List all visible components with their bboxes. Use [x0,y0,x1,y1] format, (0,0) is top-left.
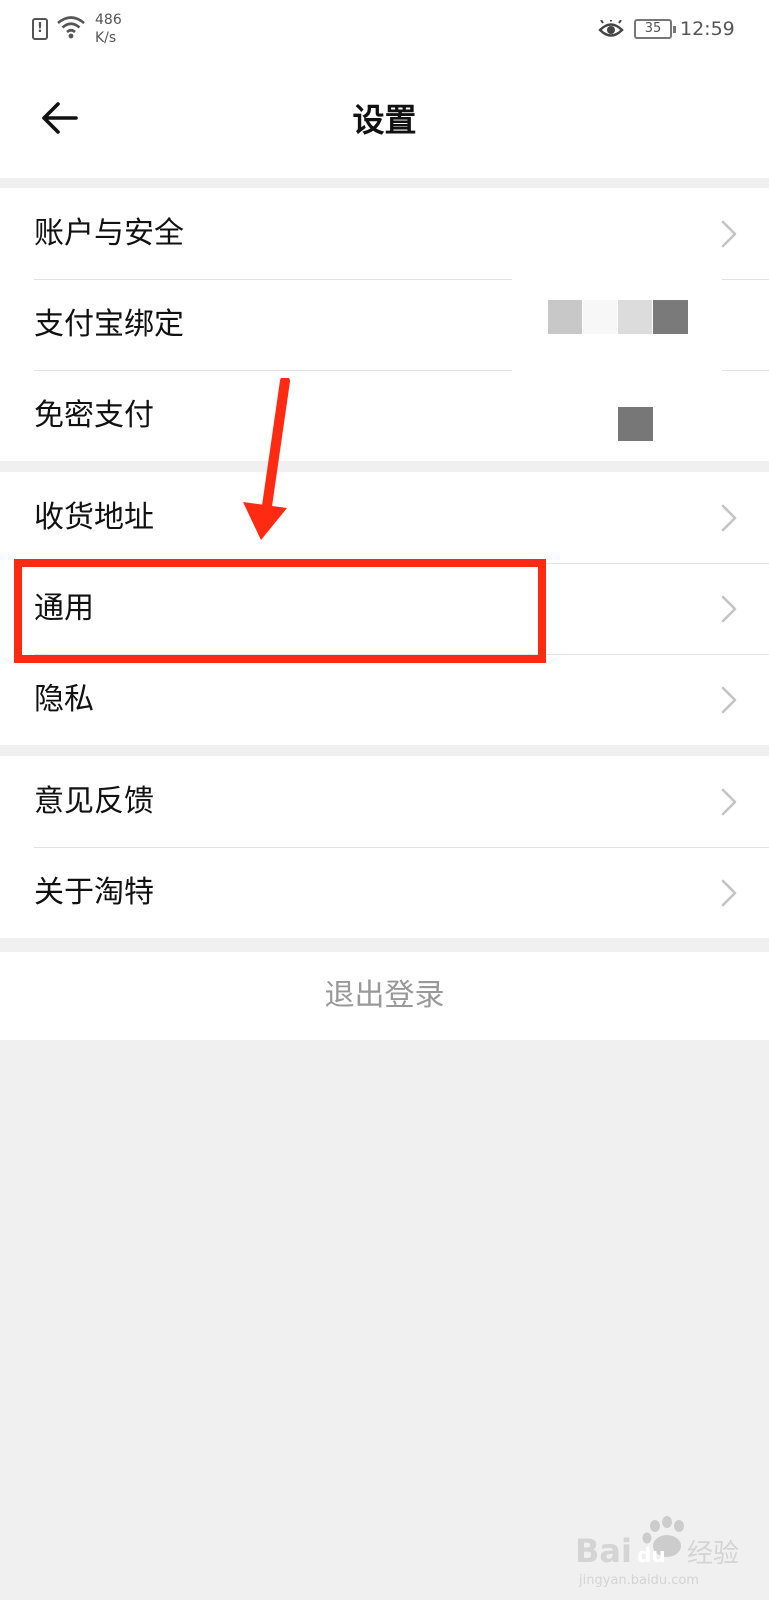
network-speed-unit: K/s [95,30,117,46]
redacted-block [653,300,688,334]
logout-button[interactable]: 退出登录 [0,952,769,1040]
redacted-area [512,278,722,460]
network-speed: 486 K/s [95,11,122,47]
menu-item-label: 隐私 [34,682,94,717]
chevron-right-icon [721,686,737,714]
chevron-right-icon [721,879,737,907]
svg-text:jingyan.baidu.com: jingyan.baidu.com [578,1573,699,1588]
menu-item-label: 关于淘特 [34,875,154,910]
sim-alert-icon: ! [32,18,48,40]
eye-comfort-icon [598,20,624,37]
svg-text:Bai: Bai [575,1532,632,1570]
chevron-right-icon [721,788,737,816]
settings-group-about: 意见反馈 关于淘特 [0,756,769,938]
network-speed-value: 486 [95,12,122,28]
highlight-annotation-box [14,559,546,663]
menu-item-label: 免密支付 [34,398,154,433]
svg-text:du: du [637,1543,666,1567]
menu-item-account-security[interactable]: 账户与安全 [0,188,769,279]
battery-icon: 35 [634,19,676,39]
baidu-jingyan-watermark: Bai du 经验 jingyan.baidu.com [575,1516,739,1588]
chevron-right-icon [721,504,737,532]
redacted-block [548,300,582,334]
wifi-icon [57,16,85,39]
menu-item-shipping-address[interactable]: 收货地址 [0,472,769,563]
menu-item-label: 收货地址 [34,500,154,535]
page-title: 设置 [352,101,417,139]
chevron-right-icon [721,220,737,248]
redacted-block [618,300,652,334]
menu-item-label: 支付宝绑定 [34,307,184,342]
menu-item-about[interactable]: 关于淘特 [0,847,769,938]
redacted-block [618,407,653,441]
menu-item-label: 意见反馈 [34,784,154,819]
status-bar: ! 486 K/s 35 12:59 [0,0,769,62]
menu-item-privacy[interactable]: 隐私 [0,654,769,745]
redacted-block [583,300,617,334]
chevron-right-icon [721,595,737,623]
svg-text:经验: 经验 [687,1539,739,1569]
status-time: 12:59 [680,18,735,40]
annotation-arrow-icon [243,378,290,540]
menu-item-feedback[interactable]: 意见反馈 [0,756,769,847]
menu-item-label: 账户与安全 [34,216,184,251]
top-nav-bar: 设置 [0,62,769,178]
logout-label: 退出登录 [324,978,445,1013]
